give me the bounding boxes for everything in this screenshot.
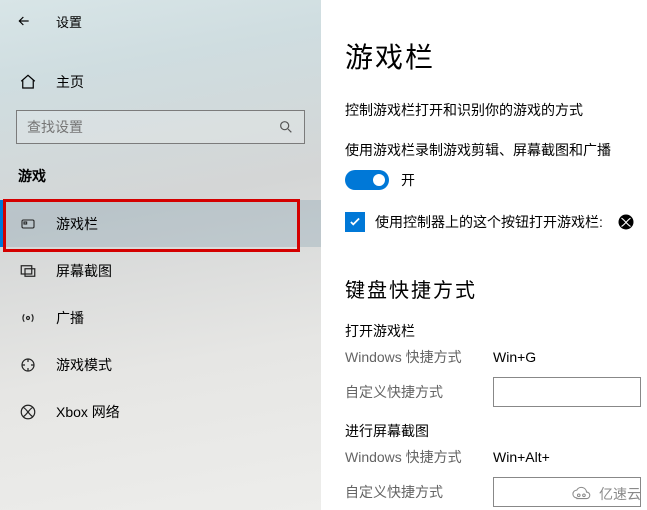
main-panel: 游戏栏 控制游戏栏打开和识别你的游戏的方式 使用游戏栏录制游戏剪辑、屏幕截图和广… (321, 0, 647, 510)
sidebar-item-label: Xbox 网络 (56, 402, 120, 422)
shortcuts-heading: 键盘快捷方式 (345, 274, 647, 303)
controller-checkbox[interactable] (345, 212, 365, 232)
custom-shortcut-label-2: 自定义快捷方式 (345, 482, 493, 502)
search-input[interactable] (27, 119, 278, 135)
sidebar-item-gamemode[interactable]: 游戏模式 (0, 341, 321, 388)
sidebar-home[interactable]: 主页 (0, 60, 321, 104)
controller-check-row: 使用控制器上的这个按钮打开游戏栏: (345, 212, 647, 232)
gamemode-icon (18, 356, 38, 374)
sidebar-item-screenshot[interactable]: 屏幕截图 (0, 247, 321, 294)
nav-list: 游戏栏 屏幕截图 广播 游戏模式 Xbox 网络 (0, 200, 321, 435)
win-shortcut-value: Win+G (493, 349, 536, 365)
open-gamebar-title: 打开游戏栏 (345, 321, 647, 341)
sidebar-item-label: 游戏栏 (56, 214, 98, 234)
controller-label: 使用控制器上的这个按钮打开游戏栏: (375, 212, 603, 232)
settings-title: 设置 (56, 12, 82, 31)
watermark-text: 亿速云 (599, 484, 641, 504)
sidebar-item-label: 屏幕截图 (56, 261, 112, 281)
cloud-icon (569, 486, 595, 502)
broadcast-icon (18, 309, 38, 327)
arrow-left-icon (16, 13, 32, 29)
watermark: 亿速云 (569, 484, 641, 504)
back-button[interactable] (14, 11, 34, 31)
toggle-row: 开 (345, 170, 647, 190)
search-box[interactable] (16, 110, 305, 144)
page-title: 游戏栏 (345, 36, 647, 76)
sidebar-item-label: 广播 (56, 308, 84, 328)
win-shortcut-label-2: Windows 快捷方式 (345, 447, 493, 467)
shortcut-row-open: Windows 快捷方式 Win+G (345, 347, 647, 367)
sidebar-item-xbox[interactable]: Xbox 网络 (0, 388, 321, 435)
sidebar: 设置 主页 游戏 游戏栏 屏幕截图 (0, 0, 321, 510)
shortcut-row-open-custom: 自定义快捷方式 (345, 377, 647, 407)
sidebar-item-broadcast[interactable]: 广播 (0, 294, 321, 341)
win-shortcut-value-2: Win+Alt+ (493, 449, 550, 465)
shortcut-row-screenshot: Windows 快捷方式 Win+Alt+ (345, 447, 647, 467)
search-icon (278, 119, 294, 135)
sidebar-item-label: 游戏模式 (56, 355, 112, 375)
sidebar-header: 设置 (0, 0, 321, 42)
search-wrap (0, 110, 321, 144)
screenshot-title: 进行屏幕截图 (345, 421, 647, 441)
toggle-knob (373, 174, 385, 186)
toggle-label: 开 (401, 170, 415, 190)
win-shortcut-label: Windows 快捷方式 (345, 347, 493, 367)
xbox-logo-icon (617, 213, 635, 231)
home-label: 主页 (56, 72, 84, 92)
description-text: 控制游戏栏打开和识别你的游戏的方式 (345, 100, 647, 120)
gamebar-toggle[interactable] (345, 170, 389, 190)
gamebar-icon (18, 215, 38, 233)
screenshot-icon (18, 262, 38, 280)
category-label: 游戏 (0, 144, 321, 190)
xbox-icon (18, 403, 38, 421)
home-icon (18, 72, 38, 92)
record-option-text: 使用游戏栏录制游戏剪辑、屏幕截图和广播 (345, 140, 647, 160)
custom-shortcut-input-open[interactable] (493, 377, 641, 407)
sidebar-item-gamebar[interactable]: 游戏栏 (0, 200, 321, 247)
custom-shortcut-label: 自定义快捷方式 (345, 382, 493, 402)
